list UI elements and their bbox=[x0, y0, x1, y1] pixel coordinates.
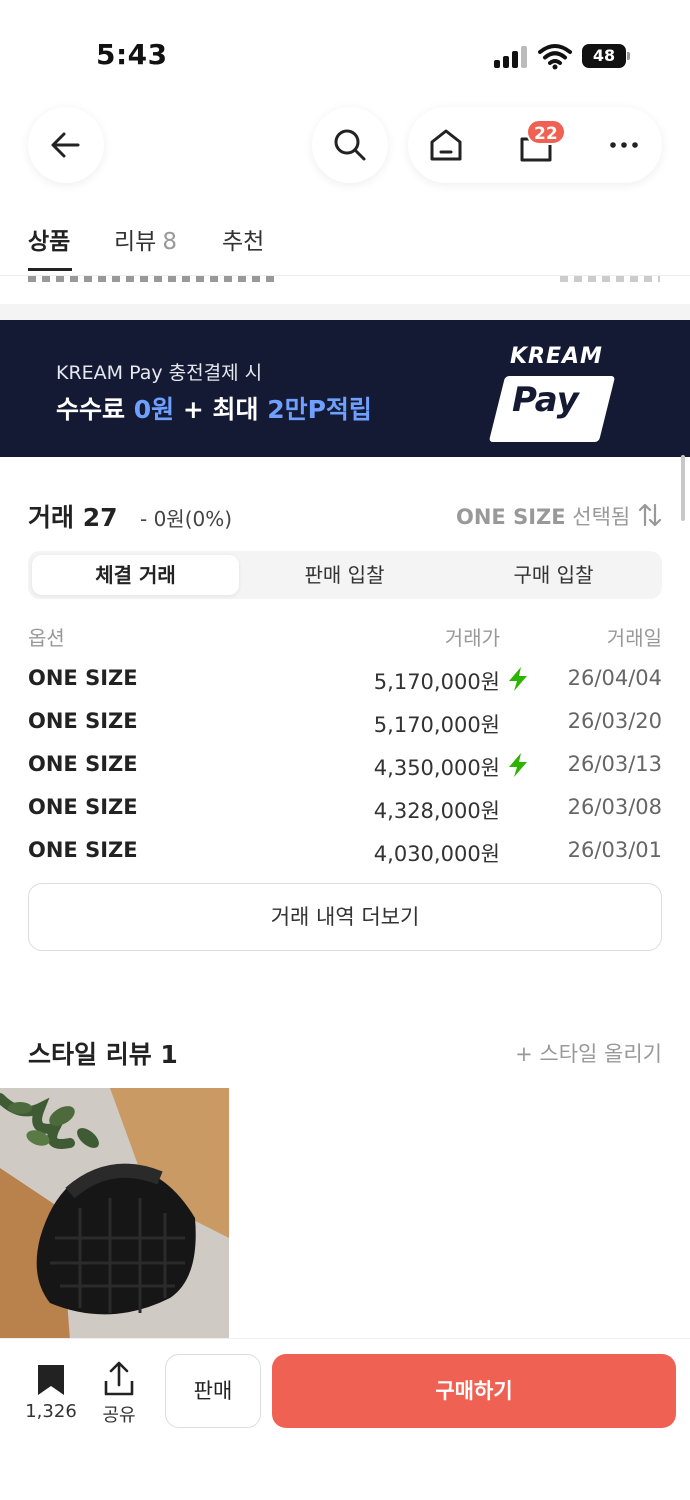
cut-off-text-right bbox=[560, 276, 660, 282]
trade-price: 4,030,000원 bbox=[373, 842, 500, 866]
kream-pay-banner[interactable]: KREAM Pay 충전결제 시 수수료 0원 + 최대 2만P적립 KREAM… bbox=[0, 320, 690, 457]
trade-date: 26/03/08 bbox=[567, 795, 662, 819]
trade-price: 4,350,000원 bbox=[373, 756, 500, 780]
pay-logo-text: Pay bbox=[512, 380, 579, 420]
cut-off-content bbox=[0, 276, 690, 304]
status-time: 5:43 bbox=[96, 38, 168, 71]
trade-price: 5,170,000원 bbox=[373, 713, 500, 737]
sell-button[interactable]: 판매 bbox=[165, 1354, 261, 1428]
trade-date: 26/03/01 bbox=[567, 838, 662, 862]
table-row: ONE SIZE 4,350,000원 26/03/13 bbox=[0, 752, 690, 795]
status-bar: 5:43 48 bbox=[0, 0, 690, 100]
tab-review-count: 8 bbox=[162, 229, 177, 255]
section-divider bbox=[0, 304, 690, 320]
more-trades-button[interactable]: 거래 내역 더보기 bbox=[28, 883, 662, 951]
tab-recommend[interactable]: 추천 bbox=[222, 222, 264, 256]
trade-type-segmented-control: 체결 거래 판매 입찰 구매 입찰 bbox=[28, 551, 662, 599]
upload-style-link[interactable]: + 스타일 올리기 bbox=[515, 1038, 662, 1068]
search-icon bbox=[334, 129, 366, 161]
trade-price-change: - 0원(0%) bbox=[140, 507, 233, 531]
pay-point-highlight: 2만P적립 bbox=[267, 395, 372, 424]
header-date: 거래일 bbox=[606, 626, 662, 650]
trade-option: ONE SIZE bbox=[28, 795, 138, 819]
table-row: ONE SIZE 4,030,000원 26/03/01 bbox=[0, 838, 690, 881]
cut-off-text-left bbox=[28, 276, 274, 282]
style-review-photo[interactable] bbox=[0, 1088, 229, 1340]
battery-tip bbox=[627, 52, 630, 60]
kream-logo-text: KREAM bbox=[510, 344, 603, 369]
style-review-title: 스타일 리뷰 1 bbox=[28, 1040, 178, 1069]
pay-banner-line1: KREAM Pay 충전결제 시 bbox=[56, 362, 263, 384]
home-icon[interactable] bbox=[426, 125, 466, 165]
pay-text-a: 수수료 bbox=[56, 395, 134, 424]
pay-text-b: + 최대 bbox=[174, 395, 268, 424]
nav-action-group: 22 bbox=[408, 107, 662, 183]
share-icon[interactable] bbox=[102, 1361, 136, 1397]
tab-review-label: 리뷰 bbox=[114, 229, 157, 255]
active-tab-underline bbox=[28, 268, 72, 271]
segment-completed-trades[interactable]: 체결 거래 bbox=[32, 555, 239, 595]
back-arrow-icon bbox=[51, 132, 80, 158]
trade-date: 26/04/04 bbox=[567, 666, 662, 690]
pay-banner-line2: 수수료 0원 + 최대 2만P적립 bbox=[56, 390, 372, 426]
trade-option: ONE SIZE bbox=[28, 752, 138, 776]
table-row: ONE SIZE 4,328,000원 26/03/08 bbox=[0, 795, 690, 838]
wifi-icon bbox=[538, 44, 572, 70]
trade-option: ONE SIZE bbox=[28, 709, 138, 733]
table-row: ONE SIZE 5,170,000원 26/03/20 bbox=[0, 709, 690, 752]
sort-icon[interactable] bbox=[638, 502, 662, 528]
table-row: ONE SIZE 5,170,000원 26/04/04 bbox=[0, 666, 690, 709]
cart-count-badge: 22 bbox=[526, 119, 566, 145]
cellular-signal-icon bbox=[494, 46, 528, 68]
tab-review[interactable]: 리뷰 8 bbox=[114, 222, 177, 256]
lightning-icon bbox=[509, 753, 527, 777]
segment-sell-bids[interactable]: 판매 입찰 bbox=[241, 555, 448, 595]
more-icon[interactable] bbox=[604, 125, 644, 165]
bookmark-count: 1,326 bbox=[25, 1401, 77, 1422]
header-option: 옵션 bbox=[28, 626, 65, 650]
product-tabs: 상품 리뷰 8 추천 bbox=[0, 210, 690, 276]
trade-option: ONE SIZE bbox=[28, 666, 138, 690]
trade-option: ONE SIZE bbox=[28, 838, 138, 862]
lightning-icon bbox=[509, 667, 527, 691]
selected-size: ONE SIZE bbox=[456, 505, 566, 529]
size-selector[interactable]: ONE SIZE 선택됨 bbox=[456, 501, 630, 531]
tab-product[interactable]: 상품 bbox=[28, 222, 70, 256]
trade-count-title: 거래 27 bbox=[28, 503, 118, 532]
trade-price: 5,170,000원 bbox=[373, 670, 500, 694]
back-button[interactable] bbox=[28, 107, 104, 183]
battery-indicator: 48 bbox=[582, 44, 626, 68]
trade-price: 4,328,000원 bbox=[373, 799, 500, 823]
segment-buy-bids[interactable]: 구매 입찰 bbox=[450, 555, 657, 595]
header-price: 거래가 bbox=[444, 626, 500, 650]
bag-photo-illustration bbox=[0, 1088, 229, 1340]
buy-button[interactable]: 구매하기 bbox=[272, 1354, 676, 1428]
share-label: 공유 bbox=[102, 1405, 136, 1426]
search-button[interactable] bbox=[312, 107, 388, 183]
selected-suffix: 선택됨 bbox=[565, 505, 631, 529]
scroll-indicator[interactable] bbox=[681, 455, 685, 521]
bottom-action-bar: 1,326 공유 판매 구매하기 bbox=[0, 1338, 690, 1500]
bookmark-icon[interactable] bbox=[36, 1363, 66, 1397]
trade-date: 26/03/13 bbox=[567, 752, 662, 776]
pay-fee-highlight: 0원 bbox=[133, 395, 175, 424]
trade-date: 26/03/20 bbox=[567, 709, 662, 733]
